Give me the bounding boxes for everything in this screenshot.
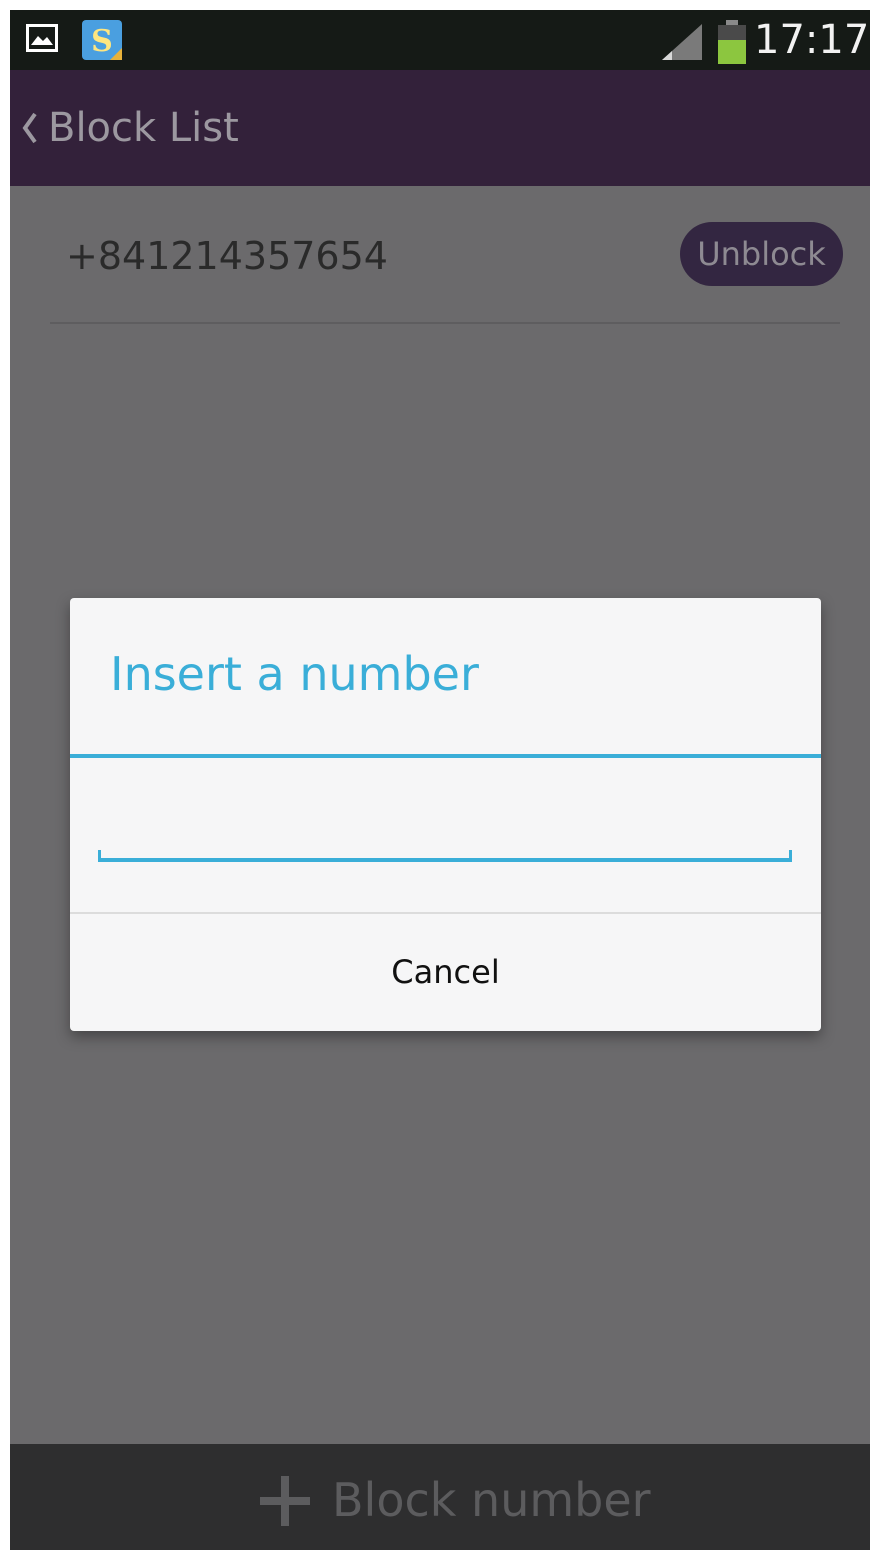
dialog-title-divider bbox=[70, 754, 821, 758]
input-underline bbox=[98, 858, 792, 862]
input-underline-tick bbox=[789, 850, 792, 860]
chevron-left-icon[interactable] bbox=[20, 110, 40, 146]
s-app-icon: S bbox=[82, 20, 122, 60]
dialog-title: Insert a number bbox=[110, 647, 479, 701]
block-number-button[interactable]: Block number bbox=[10, 1444, 870, 1550]
list-divider bbox=[50, 322, 840, 324]
signal-icon bbox=[662, 24, 702, 60]
gallery-icon bbox=[26, 24, 58, 52]
plus-icon bbox=[260, 1476, 310, 1526]
status-bar: S 17:17 bbox=[10, 10, 870, 70]
phone-screen: S 17:17 Block List +841214357654 Unblock… bbox=[10, 10, 870, 1550]
s-app-letter: S bbox=[91, 24, 113, 59]
status-clock: 17:17 bbox=[754, 17, 870, 63]
app-bar: Block List bbox=[10, 70, 870, 186]
blocked-phone-number: +841214357654 bbox=[66, 234, 388, 278]
unblock-button[interactable]: Unblock bbox=[680, 222, 843, 286]
battery-icon bbox=[718, 20, 746, 64]
block-number-label: Block number bbox=[332, 1473, 651, 1527]
cancel-button[interactable]: Cancel bbox=[70, 914, 821, 1031]
insert-number-dialog: Insert a number Cancel bbox=[70, 598, 821, 1031]
number-input[interactable] bbox=[100, 794, 794, 860]
list-item: +841214357654 Unblock bbox=[10, 186, 870, 322]
page-title[interactable]: Block List bbox=[48, 104, 239, 152]
